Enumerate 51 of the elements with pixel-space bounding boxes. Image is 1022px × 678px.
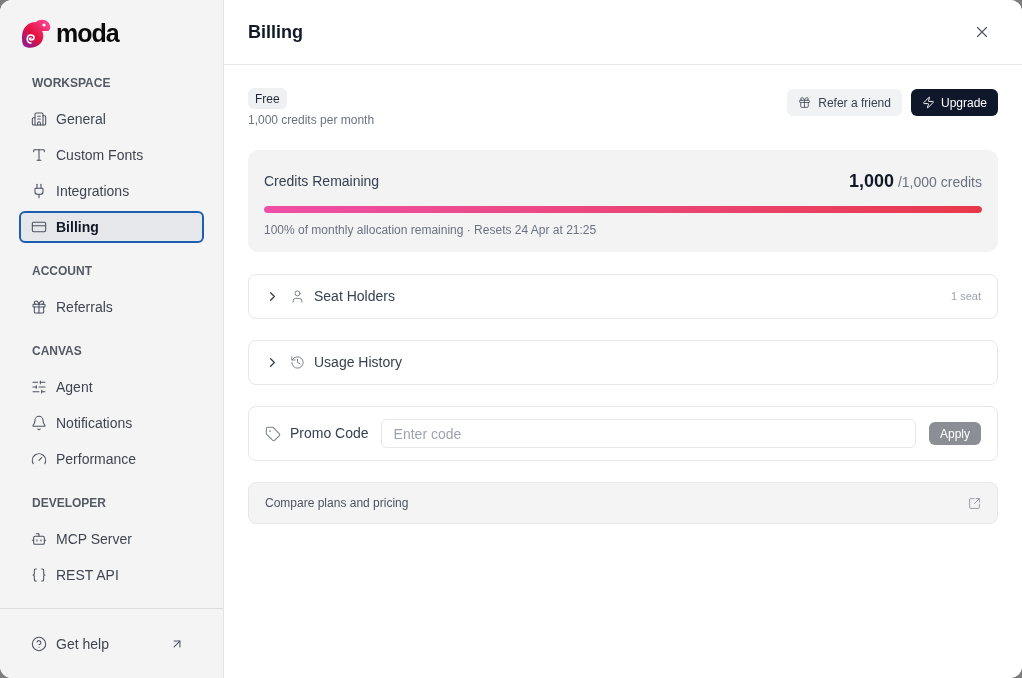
tag-icon [265,425,281,442]
refer-button[interactable]: Refer a friend [787,89,902,116]
help-icon [31,636,47,652]
nav-item[interactable]: REST API [19,559,204,591]
upgrade-button[interactable]: Upgrade [910,89,998,116]
nav-item[interactable]: Agent [19,371,204,403]
person-icon [290,289,305,304]
nav-item[interactable]: Notifications [19,407,204,439]
credits-total: /1,000 credits [897,172,982,192]
gift-icon [31,299,47,315]
chameleon-logo-icon [19,17,52,50]
plug-icon [31,183,47,199]
plan-badge: Free [248,88,287,109]
external-link-icon [968,496,981,510]
accordion-title: Seat Holders [314,287,395,306]
lightning-icon [921,96,935,109]
section-heading: DEVELOPER [32,495,106,512]
get-help-link[interactable]: Get help [19,628,204,660]
section-heading: CANVAS [32,343,82,360]
nav-item[interactable]: Integrations [19,175,204,207]
credit-card-icon [31,219,47,235]
plan-allowance: 1,000 credits per month [248,112,375,128]
gauge-icon [31,451,47,467]
accordion-header[interactable]: Seat Holders 1 seat [248,274,998,319]
nav-item[interactable]: Billing [19,211,204,243]
promo-label: Promo Code [290,424,369,443]
nav-item[interactable]: MCP Server [19,523,204,555]
compare-plans-link[interactable]: Compare plans and pricing [248,482,998,524]
robot-icon [31,531,47,547]
nav-item[interactable]: General [19,103,204,135]
braces-icon [31,567,47,583]
accordion-header[interactable]: Usage History [248,340,998,385]
sliders-icon [31,379,47,395]
brand-name: moda [56,21,119,46]
nav-item[interactable]: Performance [19,443,204,475]
promo-code-input[interactable]: Enter code [380,419,916,448]
accordion-title: Usage History [314,353,402,372]
credits-title: Credits Remaining [264,171,380,191]
seat-count: 1 seat [951,289,981,305]
nav-item[interactable]: Custom Fonts [19,139,204,171]
building-icon [31,111,47,127]
nav-item[interactable]: Referrals [19,291,204,323]
bell-icon [31,415,47,431]
gift-icon [798,96,812,109]
history-icon [290,355,305,370]
credits-amount: 1,000 [848,169,894,193]
letter-t-icon [31,147,47,163]
section-heading: ACCOUNT [32,263,92,280]
page-title: Billing [248,20,303,44]
section-heading: WORKSPACE [32,75,111,92]
credits-note: 100% of monthly allocation remaining · Resets 24 Apr at 21:25 [264,222,598,238]
